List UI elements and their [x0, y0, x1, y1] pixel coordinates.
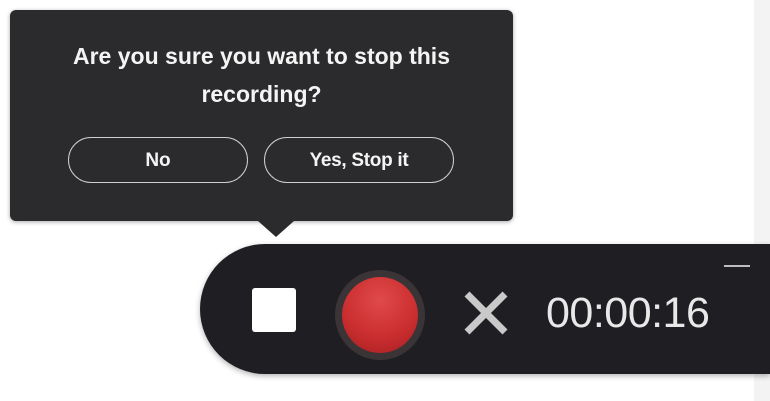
stop-square-icon — [252, 288, 296, 332]
minimize-icon[interactable] — [724, 258, 752, 276]
stop-recording-confirm-popup: Are you sure you want to stop this recor… — [10, 10, 513, 237]
cancel-recording-button[interactable] — [459, 286, 513, 340]
yes-stop-button[interactable]: Yes, Stop it — [264, 137, 454, 183]
elapsed-time-readout: 00:00:16 — [546, 289, 710, 337]
confirm-question: Are you sure you want to stop this recor… — [73, 43, 450, 107]
record-button[interactable] — [335, 270, 425, 360]
recording-control-bar: 00:00:16 — [200, 244, 770, 374]
no-button[interactable]: No — [68, 137, 248, 183]
record-dot-icon — [342, 277, 418, 353]
close-x-icon — [464, 291, 508, 335]
stop-button[interactable] — [248, 280, 304, 336]
